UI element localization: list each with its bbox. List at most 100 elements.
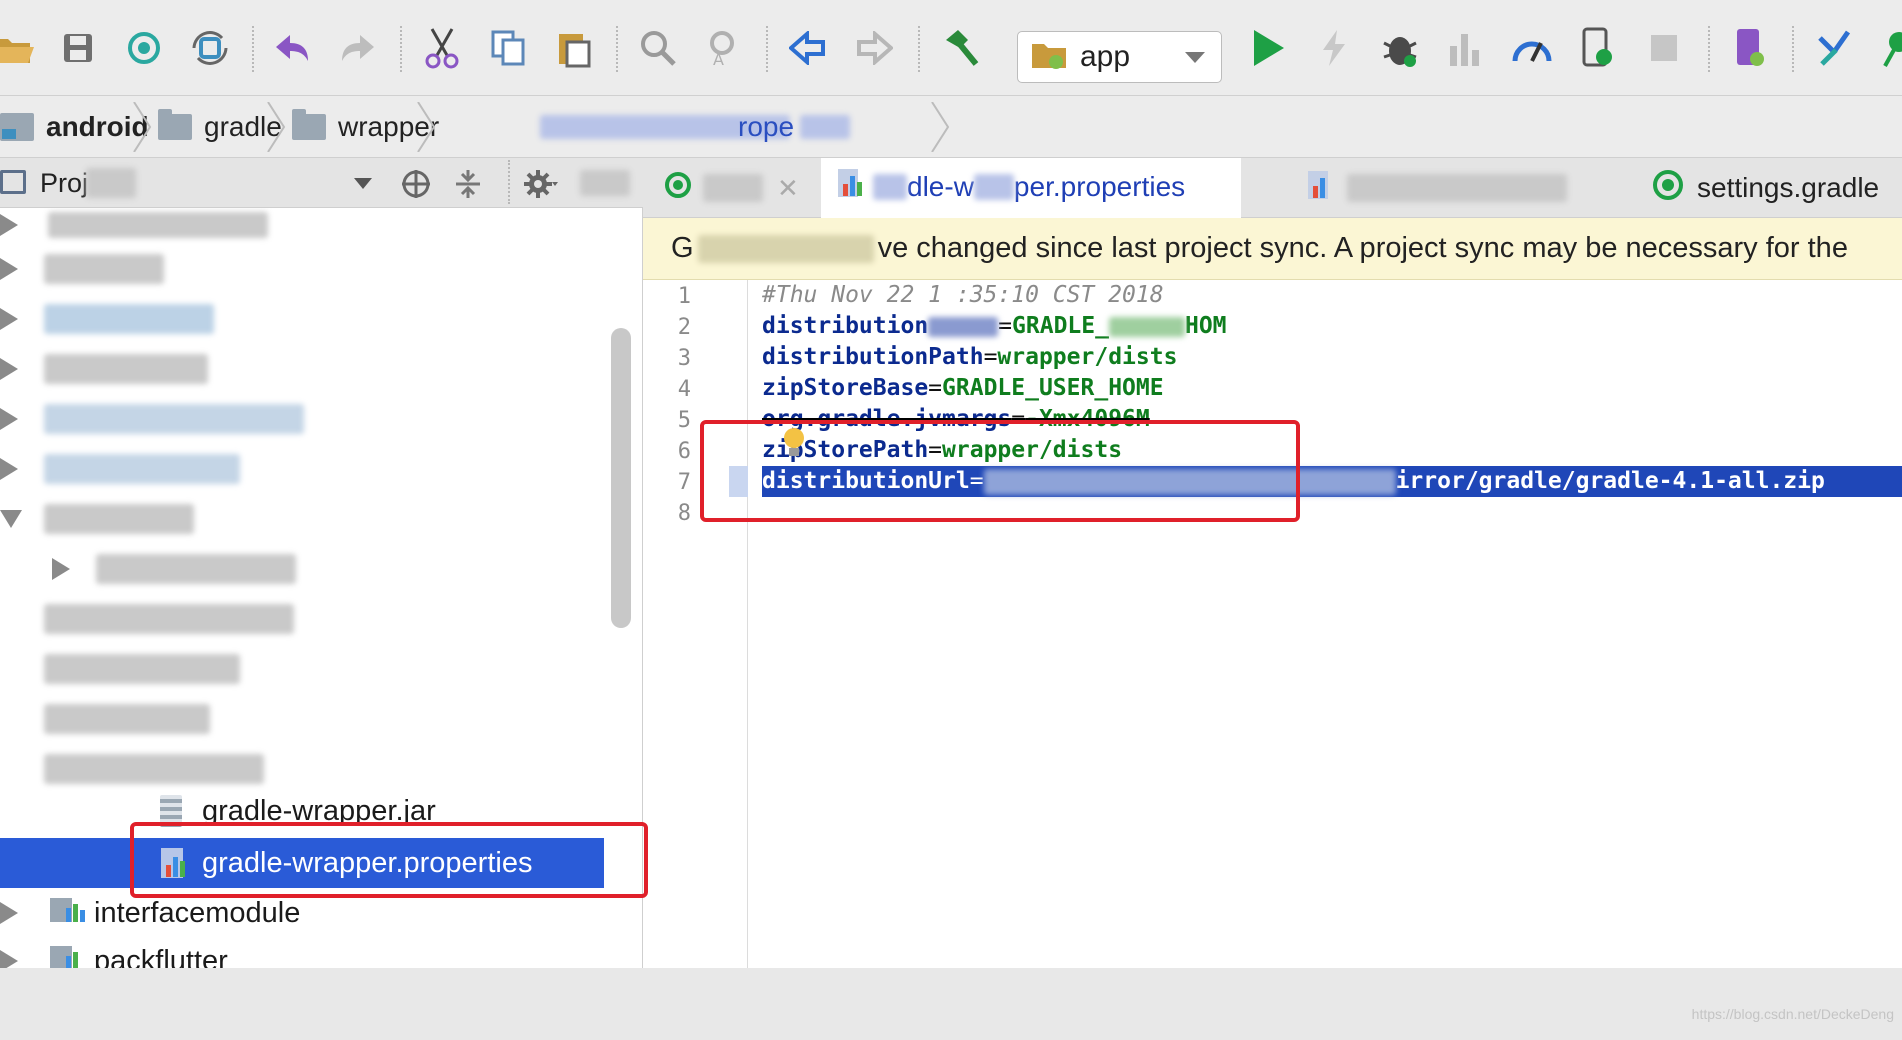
chevron-right-icon (0, 950, 18, 968)
breadcrumb-separator (931, 102, 950, 152)
tree-row[interactable] (0, 244, 642, 294)
code-editor[interactable]: 1 2 3 4 5 6 7 8 #Thu Nov 22 1 :35:10 CST… (643, 280, 1902, 968)
breadcrumb-item-gradle[interactable]: gradle (158, 96, 282, 158)
project-view-icon (0, 170, 26, 194)
tree-row[interactable] (0, 644, 642, 694)
chevron-right-icon (0, 408, 18, 430)
redacted-text (800, 115, 851, 139)
module-icon (50, 942, 86, 968)
undo-icon[interactable] (270, 26, 314, 70)
toolbar-separator (252, 26, 254, 72)
tree-row[interactable] (0, 294, 642, 344)
back-icon[interactable] (786, 26, 830, 70)
tree-row[interactable] (0, 694, 642, 744)
redacted-text (96, 554, 296, 584)
refresh-icon[interactable] (188, 26, 232, 70)
run-config-select[interactable]: app (1017, 31, 1222, 83)
forward-icon[interactable] (852, 26, 896, 70)
breadcrumb-label: rope (738, 111, 795, 142)
equals-sign: = (998, 313, 1013, 339)
tab-gradle-wrapper-properties[interactable]: dle-w per.properties (821, 158, 1241, 218)
tab-label: settings.gradle (1697, 172, 1880, 203)
redacted-text (44, 304, 214, 334)
chevron-right-icon (0, 902, 18, 924)
find-icon[interactable] (636, 26, 680, 70)
tree-row[interactable] (0, 394, 642, 444)
chevron-right-icon (0, 358, 18, 380)
code-line-2: distribution =GRADLE_ HOM (762, 311, 1227, 342)
cut-icon[interactable] (420, 26, 464, 70)
project-panel-header: Proj (0, 158, 643, 208)
editor-tab-bar: ✕ dle-w per.properties settings.gradle (643, 158, 1902, 218)
close-icon[interactable]: ✕ (777, 173, 799, 204)
vcs-icon[interactable] (1812, 26, 1856, 70)
code-line-1: #Thu Nov 22 1 :35:10 CST 2018 (762, 280, 1164, 311)
sync-icon[interactable] (122, 26, 166, 70)
redo-icon[interactable] (336, 26, 380, 70)
breadcrumb-item-properties[interactable]: rope (540, 96, 851, 158)
code-line-4: zipStoreBase=GRADLE_USER_HOME (762, 373, 1164, 404)
apply-changes-icon[interactable] (1312, 26, 1356, 70)
tab-redacted[interactable] (1307, 158, 1607, 218)
line-number: 2 (677, 315, 691, 340)
highlight-box-file (130, 822, 648, 898)
breadcrumb-separator (133, 102, 152, 152)
redacted-text (44, 504, 194, 534)
profile-icon[interactable] (1510, 26, 1554, 70)
tree-row[interactable] (0, 344, 642, 394)
redacted-text (44, 404, 304, 434)
breadcrumb-separator (267, 102, 286, 152)
collapse-all-icon[interactable] (452, 168, 484, 205)
tree-row[interactable] (0, 544, 642, 594)
tab-redacted[interactable]: ✕ (663, 158, 813, 218)
tab-label: dle-w (907, 170, 974, 202)
stop-icon[interactable] (1642, 26, 1686, 70)
redacted-text (44, 254, 164, 284)
property-value: irror/gradle/gradle-4.1-all.zip (1395, 468, 1825, 494)
breadcrumb-item-android[interactable]: android (0, 96, 149, 158)
line-number: 1 (677, 284, 691, 309)
build-icon[interactable] (938, 26, 982, 70)
tree-row[interactable] (0, 494, 642, 544)
toolbar-separator (400, 26, 402, 72)
redacted-text (48, 212, 268, 238)
run-icon[interactable] (1246, 26, 1290, 70)
breadcrumb: android gradle wrapper rope (0, 96, 1902, 158)
copy-icon[interactable] (486, 26, 530, 70)
redacted-text (44, 454, 240, 484)
replace-icon[interactable]: A (702, 26, 746, 70)
chevron-right-icon (0, 214, 18, 236)
tab-settings-gradle[interactable]: settings.gradle (1651, 158, 1902, 218)
module-icon (0, 113, 34, 141)
property-value: wrapper/dists (997, 344, 1178, 370)
run-config-label: app (1080, 40, 1131, 73)
avd-manager-icon[interactable] (1728, 26, 1772, 70)
paste-icon[interactable] (552, 26, 596, 70)
locate-icon[interactable] (400, 168, 432, 205)
module-icon (50, 894, 86, 932)
toolbar-separator (508, 160, 510, 204)
redacted-text (1347, 174, 1567, 202)
chevron-right-icon (0, 258, 18, 280)
tree-scrollbar[interactable] (611, 328, 631, 628)
project-panel-title[interactable]: Proj (40, 168, 88, 199)
debug-icon[interactable] (1378, 26, 1422, 70)
gradle-sync-icon (663, 170, 693, 207)
open-folder-icon[interactable] (0, 26, 36, 70)
redacted-text (44, 704, 210, 734)
coverage-icon[interactable] (1444, 26, 1488, 70)
main-toolbar: A app (0, 0, 1902, 96)
save-icon[interactable] (56, 26, 100, 70)
gear-icon[interactable] (522, 168, 558, 205)
property-key: zipStoreBase (762, 375, 929, 401)
attach-debugger-icon[interactable] (1576, 26, 1620, 70)
tree-row[interactable] (0, 594, 642, 644)
property-value: GRADLE_USER_HOME (942, 375, 1164, 401)
tree-row[interactable] (0, 444, 642, 494)
redacted-text (873, 173, 907, 200)
redacted-text (1108, 316, 1185, 337)
chevron-down-icon[interactable] (354, 178, 372, 189)
sdk-manager-icon[interactable] (1870, 26, 1902, 70)
tree-row-module[interactable]: packflutter (0, 936, 642, 968)
redacted-text (44, 654, 240, 684)
